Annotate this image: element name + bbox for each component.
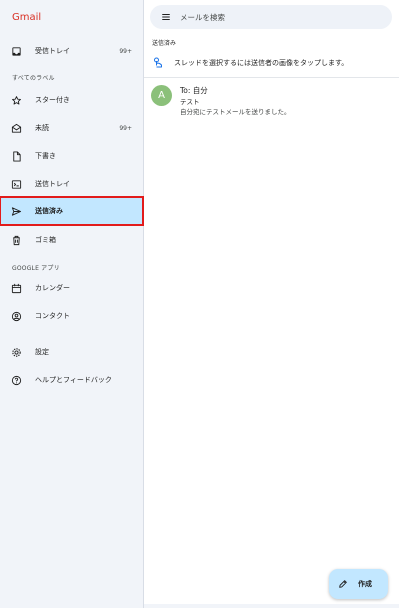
divider [144,77,399,78]
drawer-item-settings[interactable]: 設定 [0,338,143,366]
contact-icon [9,309,23,323]
google-apps-header: GOOGLE アプリ [12,265,60,272]
drawer-item-label: 受信トレイ [35,47,70,55]
inbox-icon [9,44,23,58]
mail-icon [9,121,23,135]
hamburger-menu-icon[interactable] [160,11,172,23]
drawer-item-inbox[interactable]: 受信トレイ 99+ [0,37,143,65]
search-placeholder: メールを検索 [180,12,225,22]
drawer-item-label: 未読 [35,124,49,132]
drawer-item-label: ゴミ箱 [35,236,56,244]
drawer-item-label: 下書き [35,152,56,160]
drawer-item-label: スター付き [35,96,70,104]
trash-icon [9,233,23,247]
drawer-item-outbox[interactable]: 送信トレイ [0,170,143,198]
compose-button[interactable]: 作成 [329,569,388,599]
tap-hand-icon [152,57,164,69]
drawer-item-label: コンタクト [35,312,70,320]
drawer-item-calendar[interactable]: カレンダー [0,274,143,302]
drawer-item-label: 送信済み [35,207,63,215]
sender-avatar[interactable]: A [151,85,172,106]
send-icon [9,204,23,218]
drawer-item-starred[interactable]: スター付き [0,86,143,114]
sent-mail-pane: メールを検索 送信済み スレッドを選択するには送信者の画像をタップします。 A … [144,0,399,608]
drawer-item-sent[interactable]: 送信済み [0,196,144,226]
all-labels-header: すべてのラベル [12,75,55,82]
app-logo: Gmail [12,12,42,23]
draft-icon [9,149,23,163]
bottom-edge [144,604,399,608]
tip-banner: スレッドを選択するには送信者の画像をタップします。 [152,53,399,73]
outbox-icon [9,177,23,191]
message-subject: テスト [180,98,200,106]
unread-count: 99+ [119,124,132,132]
message-snippet: 自分宛にテストメールを送りました。 [180,108,291,116]
drawer-item-drafts[interactable]: 下書き [0,142,143,170]
compose-label: 作成 [358,580,372,588]
folder-title: 送信済み [152,40,177,47]
message-row[interactable]: A To: 自分 テスト 自分宛にテストメールを送りました。 [150,84,398,120]
message-recipient: To: 自分 [180,86,208,95]
navigation-drawer: Gmail 受信トレイ 99+ すべてのラベル スター付き 未読 99+ 下書き… [0,0,144,608]
drawer-item-label: 送信トレイ [35,180,70,188]
drawer-item-contacts[interactable]: コンタクト [0,302,143,330]
drawer-item-label: カレンダー [35,284,70,292]
drawer-item-trash[interactable]: ゴミ箱 [0,226,143,254]
tip-text: スレッドを選択するには送信者の画像をタップします。 [174,59,349,67]
help-icon [9,373,23,387]
drawer-item-help[interactable]: ヘルプとフィードバック [0,366,143,394]
search-bar[interactable]: メールを検索 [150,5,392,29]
calendar-icon [9,281,23,295]
drawer-item-unread[interactable]: 未読 99+ [0,114,143,142]
unread-count: 99+ [119,47,132,55]
gear-icon [9,345,23,359]
star-icon [9,93,23,107]
drawer-item-label: 設定 [35,348,49,356]
drawer-item-label: ヘルプとフィードバック [35,376,112,384]
pencil-icon [338,579,348,589]
